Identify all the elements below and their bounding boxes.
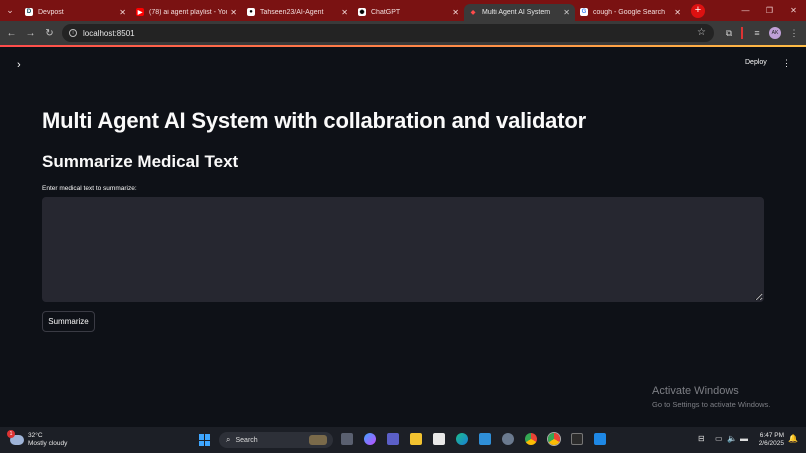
weather-condition: Mostly cloudy xyxy=(28,440,68,447)
devpost-icon: D xyxy=(25,8,33,16)
new-tab-button[interactable]: + xyxy=(691,3,705,18)
file-explorer-icon[interactable] xyxy=(410,433,422,445)
copilot-icon[interactable] xyxy=(364,433,376,445)
taskbar-search[interactable]: ⌕ Search xyxy=(219,432,333,448)
close-tab-icon[interactable]: ✕ xyxy=(119,8,126,17)
youtube-icon: ▶ xyxy=(136,8,144,16)
browser-tab[interactable]: ✺ ChatGPT ✕ xyxy=(353,4,464,21)
watermark-subtitle: Go to Settings to activate Windows. xyxy=(652,400,771,409)
back-icon[interactable]: ← xyxy=(2,28,21,39)
tab-search-icon[interactable]: ⌄ xyxy=(0,0,20,21)
medical-text-input[interactable] xyxy=(42,197,764,302)
notification-bell-icon[interactable]: 🔔 xyxy=(788,434,798,443)
chrome-active-icon[interactable] xyxy=(548,433,560,445)
browser-tab[interactable]: ▶ (78) ai agent playlist - YouTube✕ xyxy=(131,4,242,21)
section-heading: Summarize Medical Text xyxy=(42,152,239,171)
store-icon[interactable] xyxy=(433,433,445,445)
deploy-button[interactable]: Deploy xyxy=(745,59,767,66)
weather-badge: 1 xyxy=(7,430,15,438)
summarize-button[interactable]: Summarize xyxy=(42,311,95,332)
avatar[interactable]: AK xyxy=(768,26,782,40)
settings-icon[interactable] xyxy=(502,433,514,445)
tab-title: Devpost xyxy=(38,8,64,16)
windows-start-icon[interactable] xyxy=(199,434,211,446)
streamlit-icon: ◆ xyxy=(469,8,477,16)
tray-overflow-icon[interactable]: ⊟ xyxy=(698,434,705,443)
tab-list: D Devpost ✕ ▶ (78) ai agent playlist - YouTu… xyxy=(20,1,686,21)
search-icon: ⌕ xyxy=(226,435,231,444)
forward-icon[interactable]: → xyxy=(21,28,40,39)
browser-tab[interactable]: ● Tahseen23/AI-Agent ✕ xyxy=(242,4,353,21)
tab-title: Tahseen23/AI-Agent xyxy=(260,8,324,16)
streamlit-app: › Deploy ⋮ Multi Agent AI System with co… xyxy=(0,47,806,427)
display-icon[interactable]: ▭ xyxy=(715,434,723,443)
chrome-icon[interactable] xyxy=(525,433,537,445)
teams-icon[interactable] xyxy=(387,433,399,445)
close-tab-icon[interactable]: ✕ xyxy=(230,8,237,17)
battery-icon[interactable]: ▬ xyxy=(740,434,748,443)
activate-windows-watermark: Activate Windows Go to Settings to activ… xyxy=(652,385,770,409)
page-title: Multi Agent AI System with collabration … xyxy=(42,108,586,133)
tab-title: (78) ai agent playlist - YouTube xyxy=(149,8,227,16)
google-icon: G xyxy=(580,8,588,16)
extensions-icon[interactable]: ⧉ xyxy=(722,26,736,40)
close-tab-icon[interactable]: ✕ xyxy=(452,8,459,17)
profile-initials: AK xyxy=(769,27,781,39)
watermark-title: Activate Windows xyxy=(652,385,739,397)
input-label: Enter medical text to summarize: xyxy=(42,185,137,192)
tab-strip: ⌄ D Devpost ✕ ▶ (78) ai agent playlist - You… xyxy=(0,0,806,21)
weather-widget[interactable]: 1 32°C Mostly cloudy xyxy=(7,430,68,448)
time: 6:47 PM xyxy=(759,432,784,439)
reload-icon[interactable]: ↻ xyxy=(40,28,59,39)
toolbar-divider xyxy=(741,27,743,39)
browser-tab[interactable]: ◆ Multi Agent AI System ✕ xyxy=(464,3,575,21)
bookmark-star-icon[interactable]: ☆ xyxy=(697,27,706,38)
edge-icon[interactable] xyxy=(456,433,468,445)
tab-title: cough - Google Search xyxy=(593,8,665,16)
github-icon: ● xyxy=(247,8,255,16)
expand-sidebar-icon[interactable]: › xyxy=(17,59,21,71)
address-toolbar: ← → ↻ i localhost:8501 ☆ xyxy=(0,21,806,45)
address-bar[interactable]: i localhost:8501 ☆ xyxy=(62,24,714,42)
date: 2/6/2025 xyxy=(758,440,784,447)
browser-tab[interactable]: D Devpost ✕ xyxy=(20,4,131,21)
vscode-icon[interactable] xyxy=(594,433,606,445)
close-tab-icon[interactable]: ✕ xyxy=(341,8,348,17)
mail-icon[interactable] xyxy=(479,433,491,445)
browser-tab[interactable]: Gcough - Google Search ✕ xyxy=(575,4,686,21)
temperature: 32°C xyxy=(28,432,43,439)
close-tab-icon[interactable]: ✕ xyxy=(674,8,681,17)
clock[interactable]: 6:47 PM 2/6/2025 xyxy=(758,432,784,448)
volume-icon[interactable]: 🔈 xyxy=(727,434,737,443)
tab-title: ChatGPT xyxy=(371,8,401,16)
search-placeholder: Search xyxy=(235,436,258,444)
weather-cloud-icon: 1 xyxy=(7,430,24,445)
close-tab-icon[interactable]: ✕ xyxy=(563,8,570,17)
tab-title: Multi Agent AI System xyxy=(482,8,551,16)
media-icon[interactable]: ≡ xyxy=(750,26,764,40)
site-info-icon[interactable]: i xyxy=(69,29,77,37)
search-highlight-icon xyxy=(309,435,327,445)
close-window-icon[interactable]: ✕ xyxy=(781,0,806,21)
url-text: localhost:8501 xyxy=(83,28,135,38)
minimize-icon[interactable]: — xyxy=(733,0,758,21)
browser-menu-icon[interactable]: ⋮ xyxy=(788,26,800,40)
task-view-icon[interactable] xyxy=(341,433,353,445)
terminal-icon[interactable] xyxy=(571,433,583,445)
restore-icon[interactable]: ❐ xyxy=(757,0,782,21)
taskbar: 1 32°C Mostly cloudy ⌕ Search ⊟ ▭ 🔈 ▬ 6:… xyxy=(0,427,806,453)
chatgpt-icon: ✺ xyxy=(358,8,366,16)
main-menu-icon[interactable]: ⋮ xyxy=(782,58,791,69)
